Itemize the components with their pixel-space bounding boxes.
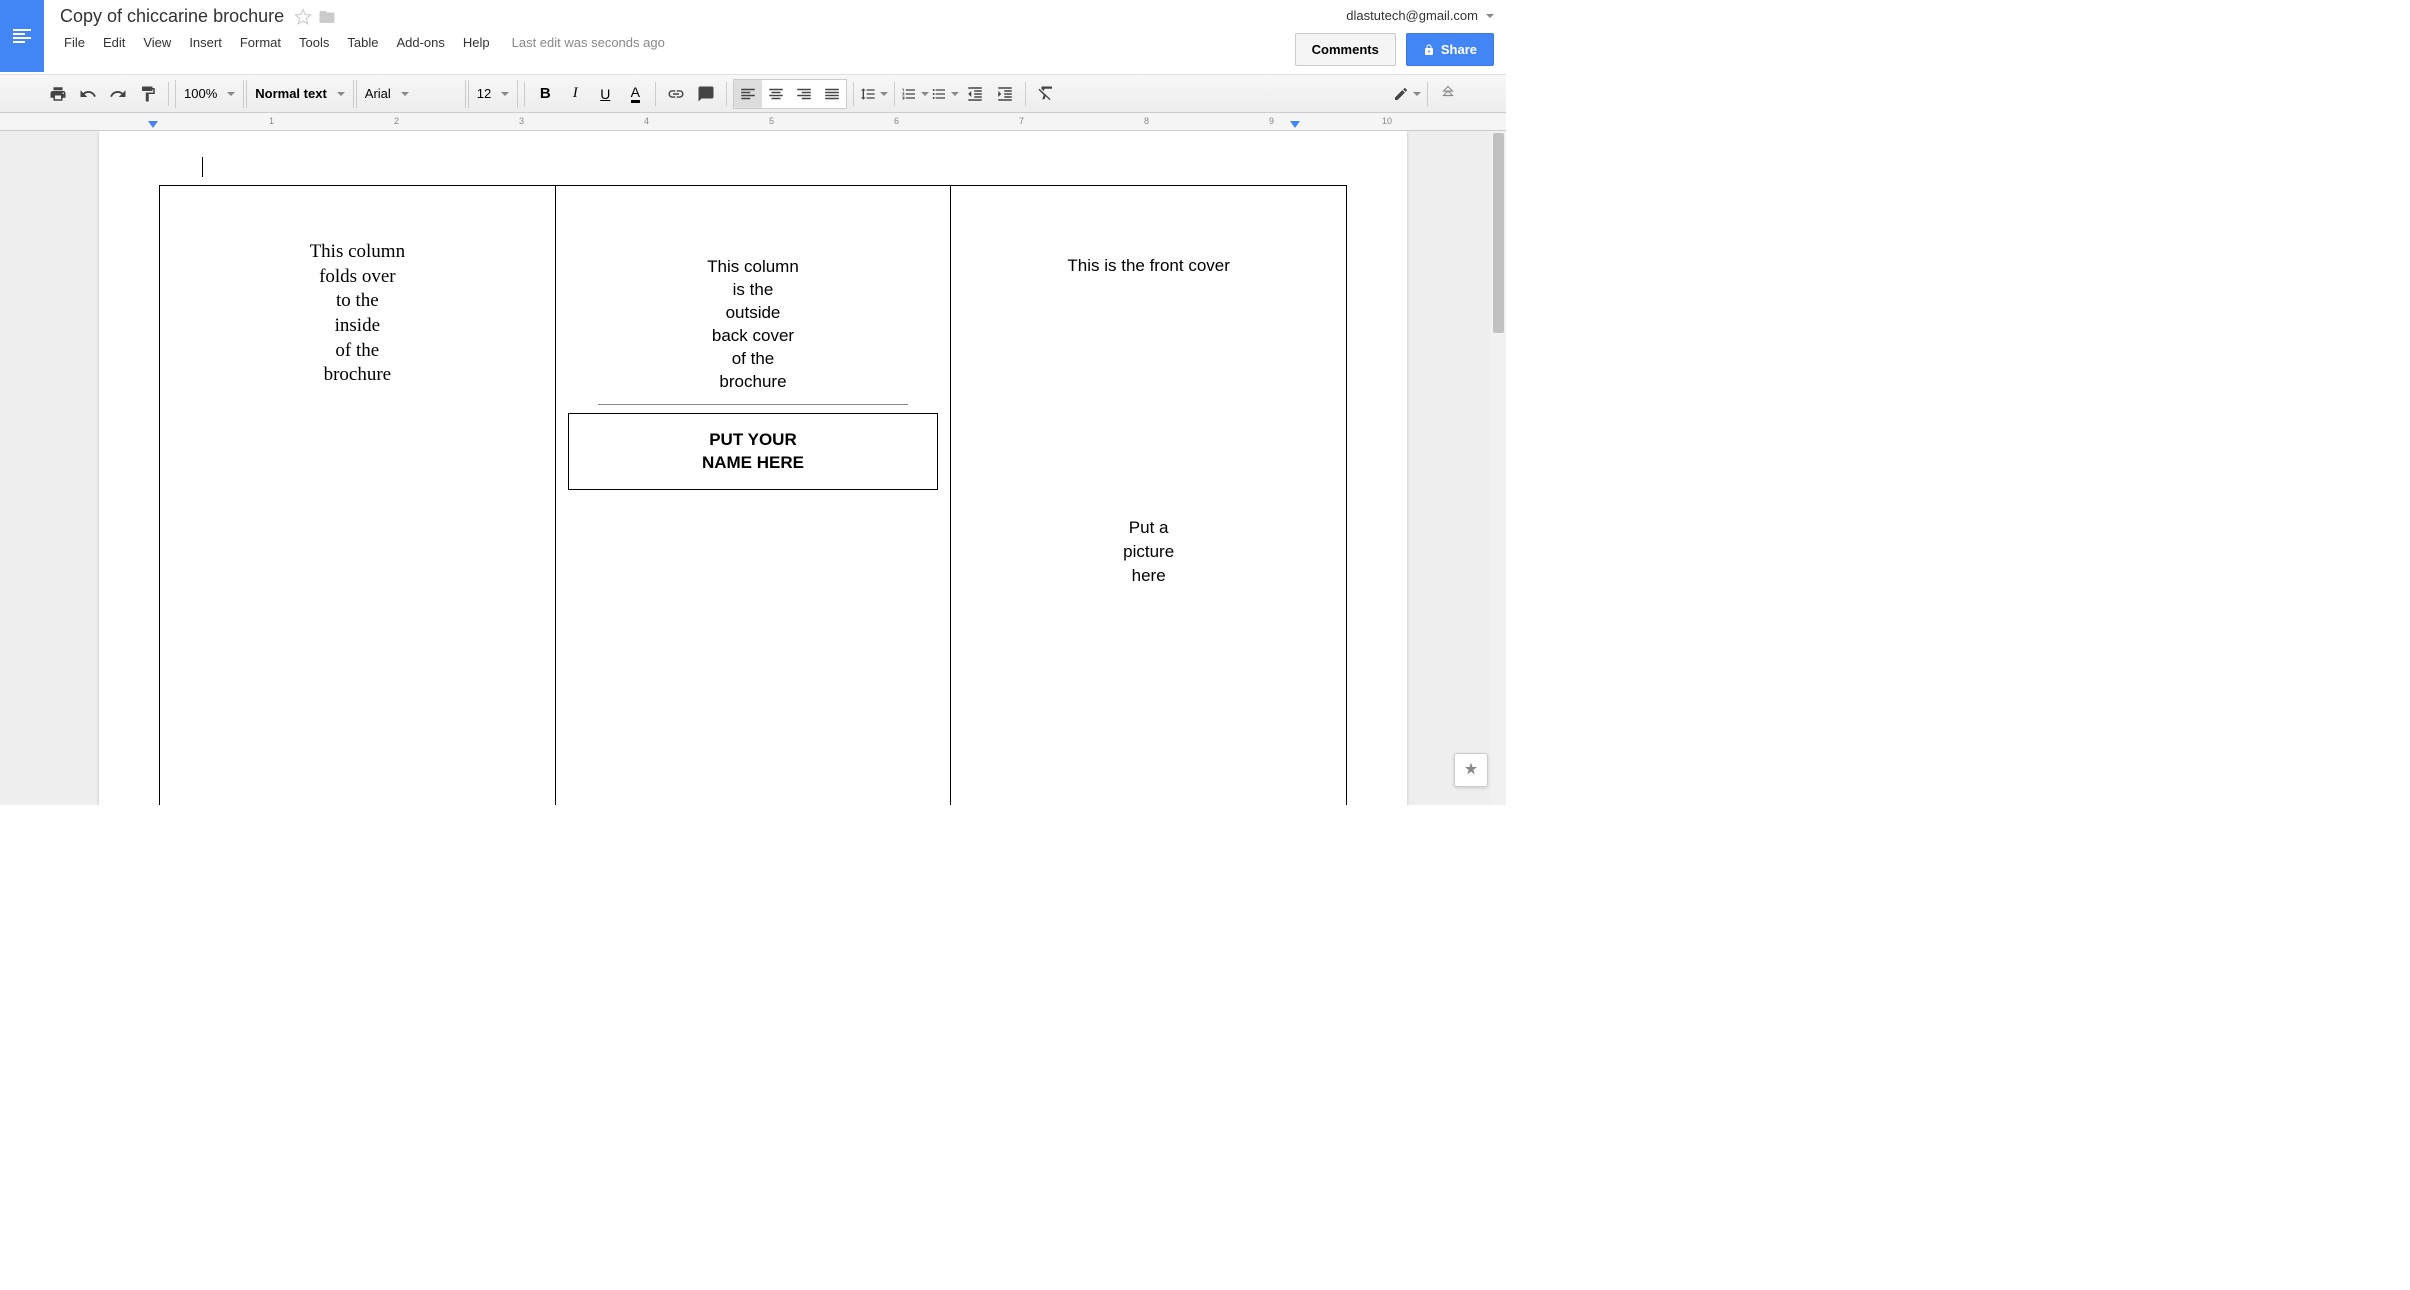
- docs-home-icon[interactable]: [0, 0, 44, 72]
- italic-button[interactable]: I: [561, 80, 589, 108]
- align-left-button[interactable]: [734, 80, 762, 108]
- lock-icon: [1423, 44, 1435, 56]
- menu-format[interactable]: Format: [232, 31, 289, 54]
- name-box[interactable]: PUT YOUR NAME HERE: [568, 413, 939, 491]
- link-button[interactable]: [662, 80, 690, 108]
- caret-down-icon: [1486, 14, 1494, 18]
- brochure-table[interactable]: This column folds over to the inside of …: [159, 185, 1347, 805]
- align-group: [733, 79, 847, 109]
- explore-button[interactable]: [1454, 753, 1488, 787]
- text-color-button[interactable]: A: [621, 80, 649, 108]
- brochure-col-2[interactable]: This column is the outside back cover of…: [555, 186, 951, 806]
- brochure-col-1[interactable]: This column folds over to the inside of …: [160, 186, 556, 806]
- font-dropdown[interactable]: Arial: [356, 80, 466, 108]
- underline-button[interactable]: U: [591, 80, 619, 108]
- document-area[interactable]: This column folds over to the inside of …: [0, 131, 1506, 805]
- indent-marker-left[interactable]: [148, 121, 158, 128]
- bold-button[interactable]: B: [531, 80, 559, 108]
- ruler-tick: 9: [1269, 116, 1274, 126]
- menu-view[interactable]: View: [135, 31, 179, 54]
- user-email-text: dlastutech@gmail.com: [1346, 8, 1478, 23]
- user-account[interactable]: dlastutech@gmail.com: [1346, 8, 1494, 23]
- col3-picture-placeholder[interactable]: Put a picture here: [963, 516, 1334, 587]
- menu-table[interactable]: Table: [339, 31, 386, 54]
- divider: [598, 404, 909, 405]
- app-header: Copy of chiccarine brochure File Edit Vi…: [0, 0, 1506, 75]
- print-button[interactable]: [44, 80, 72, 108]
- ruler-tick: 3: [519, 116, 524, 126]
- comment-button[interactable]: [692, 80, 720, 108]
- star-icon[interactable]: [294, 8, 312, 26]
- collapse-button[interactable]: [1434, 80, 1462, 108]
- col3-title[interactable]: This is the front cover: [963, 256, 1334, 276]
- menu-tools[interactable]: Tools: [291, 31, 337, 54]
- font-size-dropdown[interactable]: 12: [468, 80, 518, 108]
- vertical-scrollbar[interactable]: [1491, 131, 1506, 805]
- menu-addons[interactable]: Add-ons: [388, 31, 452, 54]
- scrollbar-thumb[interactable]: [1493, 133, 1504, 333]
- indent-increase-button[interactable]: [991, 80, 1019, 108]
- zoom-dropdown[interactable]: 100%: [175, 80, 244, 108]
- redo-button[interactable]: [104, 80, 132, 108]
- last-edit-label: Last edit was seconds ago: [512, 35, 665, 50]
- ruler-tick: 6: [894, 116, 899, 126]
- editing-mode-button[interactable]: [1393, 80, 1421, 108]
- brochure-col-3[interactable]: This is the front cover Put a picture he…: [951, 186, 1347, 806]
- align-justify-button[interactable]: [818, 80, 846, 108]
- col1-text[interactable]: This column folds over to the inside of …: [172, 240, 543, 388]
- menu-insert[interactable]: Insert: [181, 31, 230, 54]
- paint-format-button[interactable]: [134, 80, 162, 108]
- share-button[interactable]: Share: [1406, 33, 1494, 66]
- ruler[interactable]: 1 2 3 4 5 6 7 8 9 10: [0, 113, 1506, 131]
- comments-button[interactable]: Comments: [1295, 33, 1396, 66]
- numbered-list-button[interactable]: [901, 80, 929, 108]
- menu-edit[interactable]: Edit: [95, 31, 133, 54]
- menu-bar: File Edit View Insert Format Tools Table…: [56, 31, 1275, 54]
- ruler-tick: 10: [1382, 116, 1392, 126]
- bulleted-list-button[interactable]: [931, 80, 959, 108]
- clear-formatting-button[interactable]: [1032, 80, 1060, 108]
- text-cursor: [202, 157, 203, 177]
- share-label: Share: [1441, 42, 1477, 57]
- ruler-tick: 5: [769, 116, 774, 126]
- toolbar: 100% Normal text Arial 12 B I U A: [0, 75, 1506, 113]
- ruler-tick: 2: [394, 116, 399, 126]
- indent-marker-right[interactable]: [1290, 121, 1300, 128]
- ruler-tick: 8: [1144, 116, 1149, 126]
- col2-text[interactable]: This column is the outside back cover of…: [568, 256, 939, 394]
- ruler-tick: 7: [1019, 116, 1024, 126]
- menu-file[interactable]: File: [56, 31, 93, 54]
- page[interactable]: This column folds over to the inside of …: [99, 131, 1407, 805]
- folder-icon[interactable]: [318, 8, 336, 26]
- indent-decrease-button[interactable]: [961, 80, 989, 108]
- align-center-button[interactable]: [762, 80, 790, 108]
- document-title[interactable]: Copy of chiccarine brochure: [56, 4, 288, 29]
- style-dropdown[interactable]: Normal text: [246, 80, 354, 108]
- line-spacing-button[interactable]: [860, 80, 888, 108]
- menu-help[interactable]: Help: [455, 31, 498, 54]
- ruler-tick: 4: [644, 116, 649, 126]
- ruler-tick: 1: [269, 116, 274, 126]
- align-right-button[interactable]: [790, 80, 818, 108]
- undo-button[interactable]: [74, 80, 102, 108]
